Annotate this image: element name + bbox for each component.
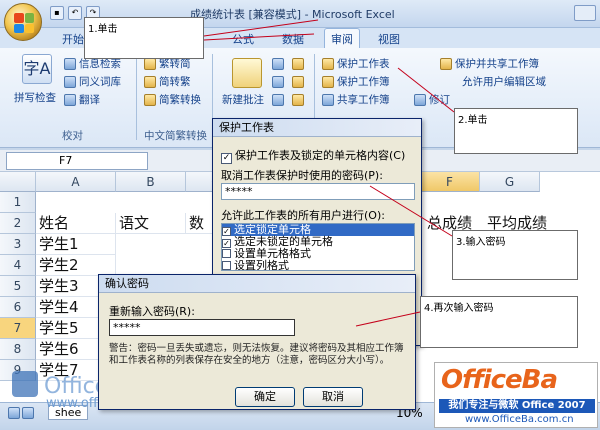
callout-line-2 — [397, 67, 455, 113]
officeba-logo: OfficeBa 我们专注与微软 Office 2007 www.OfficeB… — [434, 362, 598, 428]
callout-line-1b — [203, 33, 315, 41]
callout-line-3 — [369, 185, 453, 237]
logo-url: www.OfficeBa.com.cn — [465, 414, 574, 425]
callout-line-4 — [355, 311, 421, 327]
logo-slogan: 我们专注与微软 Office 2007 — [439, 399, 595, 413]
office-button[interactable] — [4, 3, 42, 41]
callout-line-1 — [203, 19, 319, 37]
logo-brand: OfficeBa — [441, 365, 558, 395]
